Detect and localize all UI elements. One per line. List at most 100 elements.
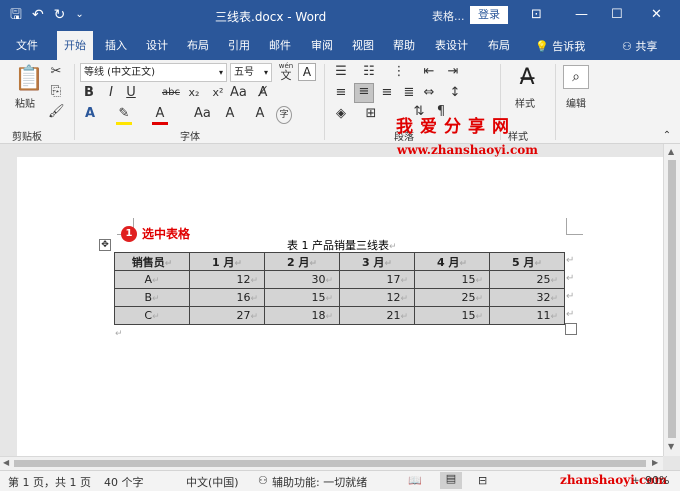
print-layout-icon[interactable]: ▤ (440, 472, 462, 489)
font-name-select[interactable]: 等线 (中文正文) ▾ (80, 63, 227, 82)
text-border-icon[interactable]: A (298, 63, 316, 81)
format-painter-icon[interactable]: 🖌 (48, 104, 65, 120)
align-left-icon[interactable]: ≡ (332, 85, 350, 101)
close-icon[interactable]: ✕ (651, 6, 662, 24)
subscript-button[interactable]: x₂ (186, 85, 202, 101)
table-header-cell[interactable]: 1 月↵ (189, 252, 265, 271)
tab-view[interactable]: 视图 (352, 31, 374, 60)
table-header-cell[interactable]: 2 月↵ (264, 252, 340, 271)
scroll-down-icon[interactable]: ▼ (668, 442, 674, 451)
table-cell[interactable]: 17↵ (339, 270, 415, 289)
character-shading-button[interactable]: A (252, 106, 268, 122)
table-cell[interactable]: 18↵ (264, 306, 340, 325)
shading-icon[interactable]: ◈ (332, 106, 350, 122)
sales-table[interactable]: 销售员↵ 1 月↵ 2 月↵ 3 月↵ 4 月↵ 5 月↵ A↵ 12↵ 30↵… (114, 252, 565, 325)
scrollbar-thumb[interactable] (14, 460, 646, 467)
tab-design[interactable]: 设计 (146, 31, 168, 60)
scroll-up-icon[interactable]: ▲ (668, 147, 674, 156)
highlight-icon[interactable]: ✎ (116, 106, 132, 125)
read-mode-icon[interactable]: 📖 (408, 474, 422, 487)
tab-references[interactable]: 引用 (228, 31, 250, 60)
customize-icon[interactable]: ⌄ (75, 5, 83, 25)
tab-mailings[interactable]: 邮件 (269, 31, 291, 60)
table-cell[interactable]: 32↵ (489, 288, 565, 307)
table-cell[interactable]: 15↵ (414, 270, 490, 289)
table-cell[interactable]: C↵ (114, 306, 190, 325)
tab-help[interactable]: 帮助 (393, 31, 415, 60)
numbering-icon[interactable]: ☷ (360, 64, 378, 80)
paste-icon[interactable]: 📋 (14, 64, 44, 92)
web-layout-icon[interactable]: ⊟ (478, 474, 487, 487)
strikethrough-button[interactable]: abc (160, 85, 182, 101)
table-cell[interactable]: 27↵ (189, 306, 265, 325)
grow-font-button[interactable]: Aa (194, 106, 211, 122)
scrollbar-thumb[interactable] (668, 160, 676, 438)
table-cell[interactable]: 15↵ (264, 288, 340, 307)
justify-icon[interactable]: ≣ (400, 85, 418, 101)
word-count[interactable]: 40 个字 (104, 474, 144, 490)
table-cell[interactable]: 30↵ (264, 270, 340, 289)
zoom-in-icon[interactable]: + (632, 476, 640, 486)
maximize-icon[interactable]: ☐ (611, 6, 623, 24)
enclose-character-button[interactable]: 字 (276, 106, 292, 124)
tab-table-design[interactable]: 表设计 (435, 31, 468, 60)
underline-button[interactable]: U (124, 85, 138, 101)
share-button[interactable]: ⚇ 共享 (622, 38, 657, 54)
table-cell[interactable]: 25↵ (414, 288, 490, 307)
align-right-icon[interactable]: ≡ (378, 85, 396, 101)
accessibility-status[interactable]: 辅助功能: 一切就绪 (272, 474, 367, 490)
editing-label[interactable]: 编辑 (566, 95, 586, 110)
table-resize-handle[interactable] (565, 323, 577, 335)
zoom-level[interactable]: 90% (645, 474, 669, 487)
tab-layout[interactable]: 布局 (187, 31, 209, 60)
scroll-left-icon[interactable]: ◀ (3, 458, 9, 467)
styles-label[interactable]: 样式 (515, 95, 535, 110)
save-icon[interactable]: 🖫 (10, 5, 22, 25)
tab-file[interactable]: 文件 (16, 31, 38, 60)
table-cell[interactable]: B↵ (114, 288, 190, 307)
table-cell[interactable]: 12↵ (189, 270, 265, 289)
multilevel-list-icon[interactable]: ⋮ (390, 64, 408, 80)
text-effects-icon[interactable]: A (82, 106, 98, 122)
language-indicator[interactable]: 中文(中国) (186, 474, 239, 490)
increase-indent-icon[interactable]: ⇥ (444, 64, 462, 80)
table-header-cell[interactable]: 4 月↵ (414, 252, 490, 271)
undo-icon[interactable]: ↶ (32, 5, 44, 25)
copy-icon[interactable]: ⎘ (48, 84, 64, 100)
redo-icon[interactable]: ↻ (54, 5, 66, 25)
change-case-icon[interactable]: Aa (230, 85, 247, 101)
table-move-handle-icon[interactable]: ✥ (99, 239, 111, 251)
collapse-ribbon-icon[interactable]: ⌃ (660, 128, 674, 144)
ribbon-display-icon[interactable]: ⊡ (531, 6, 542, 24)
table-cell[interactable]: 11↵ (489, 306, 565, 325)
shrink-font-icon[interactable]: A (222, 106, 238, 122)
tell-me-search[interactable]: 💡 告诉我 (535, 38, 585, 54)
scroll-right-icon[interactable]: ▶ (652, 458, 658, 467)
minimize-icon[interactable]: — (575, 6, 588, 24)
decrease-indent-icon[interactable]: ⇤ (420, 64, 438, 80)
bold-button[interactable]: B (82, 85, 96, 101)
phonetic-guide-button[interactable]: wén 文 (276, 62, 296, 82)
superscript-button[interactable]: x² (210, 85, 226, 101)
table-cell[interactable]: A↵ (114, 270, 190, 289)
table-cell[interactable]: 12↵ (339, 288, 415, 307)
page-count[interactable]: 第 1 页，共 1 页 (8, 474, 91, 490)
vertical-scrollbar[interactable]: ▲ ▼ (663, 144, 680, 456)
table-header-cell[interactable]: 5 月↵ (489, 252, 565, 271)
styles-icon[interactable]: A̶ (512, 64, 542, 92)
line-spacing-icon[interactable]: ↕ (446, 85, 464, 101)
bullets-icon[interactable]: ☰ (332, 64, 350, 80)
table-cell[interactable]: 15↵ (414, 306, 490, 325)
italic-button[interactable]: I (104, 85, 118, 101)
align-center-icon[interactable]: ≡ (354, 83, 374, 103)
tab-table-layout[interactable]: 布局 (488, 31, 510, 60)
tab-home[interactable]: 开始 (57, 31, 93, 60)
tab-insert[interactable]: 插入 (105, 31, 127, 60)
font-size-select[interactable]: 五号 ▾ (230, 63, 272, 82)
table-header-cell[interactable]: 销售员↵ (114, 252, 190, 271)
login-button[interactable]: 登录 (470, 6, 508, 24)
horizontal-scrollbar[interactable]: ◀ ▶ (0, 456, 663, 470)
font-color-button[interactable]: A (152, 106, 168, 125)
accessibility-icon[interactable]: ⚇ (258, 474, 268, 487)
find-icon[interactable]: ⌕ (563, 65, 589, 89)
